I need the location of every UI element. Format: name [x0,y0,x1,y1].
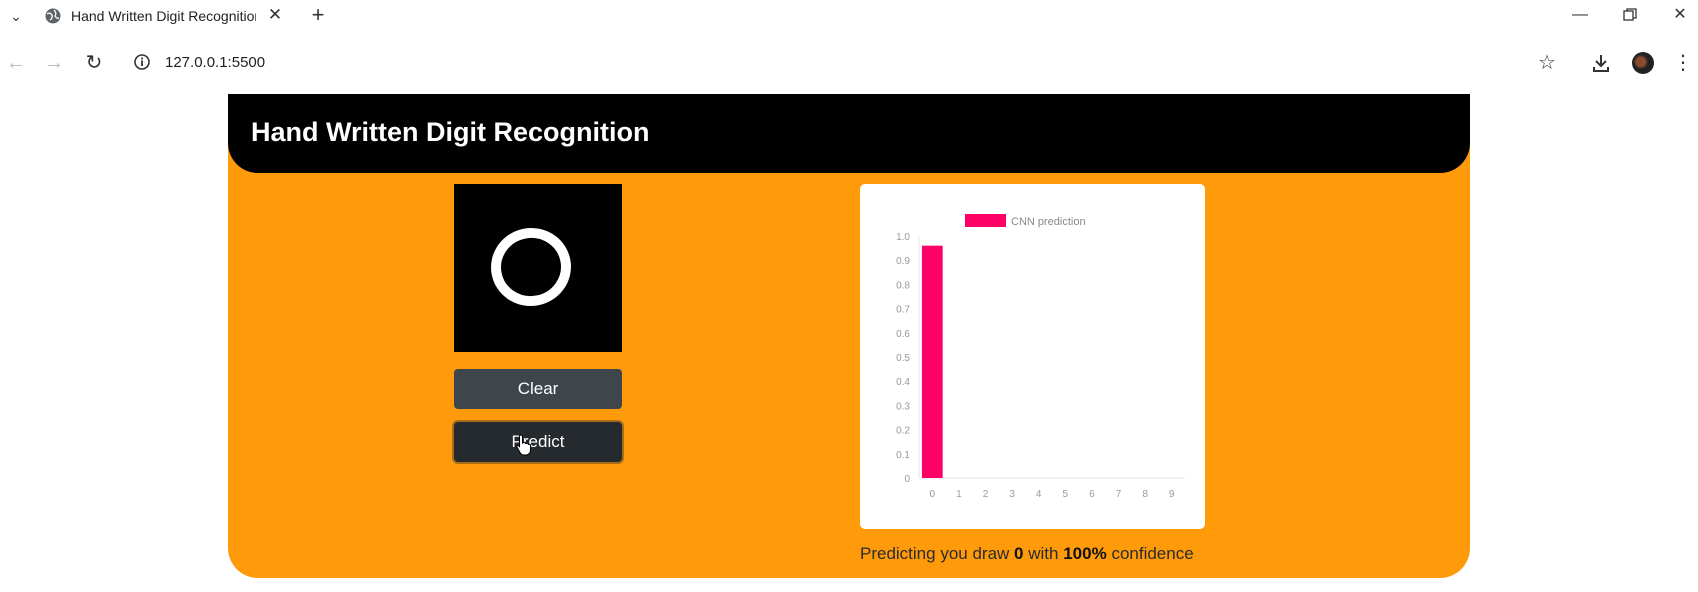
x-tick-label: 8 [1142,489,1148,500]
y-tick-label: 0.6 [896,329,910,340]
confidence-value: 100% [1063,544,1107,563]
y-tick-label: 0.5 [896,353,910,364]
legend-swatch [965,214,1006,227]
x-tick-label: 3 [1009,489,1015,500]
result-suffix: confidence [1111,544,1194,563]
y-tick-label: 0.1 [896,450,910,461]
tab-title: Hand Written Digit Recognition [71,8,256,24]
prediction-chart-card: CNN prediction 1.0 0.9 0.8 0.7 0.6 0.5 0.4 0.3 0… [860,184,1205,529]
clear-button[interactable]: Clear [454,369,622,409]
tab-search-chevron-icon[interactable]: ⌄ [6,6,26,26]
x-tick-label: 2 [983,489,989,500]
x-tick-label: 5 [1063,489,1069,500]
bookmark-star-icon[interactable]: ☆ [1534,50,1560,76]
x-tick-label: 6 [1089,489,1095,500]
drawn-digit [491,227,571,307]
hand-cursor-icon [516,434,531,456]
x-tick-label: 9 [1169,489,1175,500]
minimize-icon[interactable]: — [1560,2,1600,28]
y-tick-label: 0.2 [896,426,910,437]
y-tick-label: 0.7 [896,305,910,316]
site-info-icon[interactable] [132,52,152,72]
back-icon[interactable]: ← [2,49,30,77]
app-header: Hand Written Digit Recognition [228,94,1470,173]
y-tick-label: 0.4 [896,377,910,388]
result-prefix: Predicting you draw [860,544,1010,563]
predicted-digit: 0 [1014,544,1024,563]
close-tab-icon[interactable]: ✕ [264,4,286,26]
y-tick-label: 1.0 [896,232,910,243]
legend-label: CNN prediction [1011,216,1086,228]
x-tick-label: 1 [956,489,962,500]
y-tick-label: 0.9 [896,256,910,267]
x-tick-label: 7 [1116,489,1122,500]
browser-menu-icon[interactable]: ⋮ [1670,50,1696,76]
x-tick-label: 4 [1036,489,1042,500]
prediction-result-text: Predicting you draw 0 with 100% confiden… [860,544,1194,564]
y-tick-label: 0.3 [896,401,910,412]
result-mid: with [1028,544,1059,563]
browser-tab[interactable]: Hand Written Digit Recognition ✕ [28,0,292,32]
forward-icon[interactable]: → [40,49,68,77]
predict-button[interactable]: Predict [454,422,622,462]
prediction-chart: CNN prediction 1.0 0.9 0.8 0.7 0.6 0.5 0.4 0.3 0… [896,214,1185,500]
close-window-icon[interactable]: ✕ [1660,2,1698,28]
download-icon[interactable] [1588,50,1614,76]
browser-tab-bar: ⌄ Hand Written Digit Recognition ✕ + — ✕ [0,0,1698,32]
profile-avatar[interactable] [1632,52,1654,74]
app-container: Hand Written Digit Recognition Clear Pre… [228,94,1470,578]
y-tick-label: 0 [904,474,910,485]
bar-digit-0 [921,245,943,478]
x-tick-label: 0 [930,489,936,500]
address-bar-url[interactable]: 127.0.0.1:5500 [165,54,265,71]
restore-icon[interactable] [1610,2,1650,28]
new-tab-icon[interactable]: + [306,3,330,27]
browser-toolbar: ← → ↻ 127.0.0.1:5500 ☆ ⋮ [0,32,1698,94]
reload-icon[interactable]: ↻ [80,49,108,77]
y-tick-label: 0.8 [896,280,910,291]
page-title: Hand Written Digit Recognition [251,117,650,147]
globe-icon [45,8,61,24]
drawing-canvas[interactable] [454,184,622,352]
